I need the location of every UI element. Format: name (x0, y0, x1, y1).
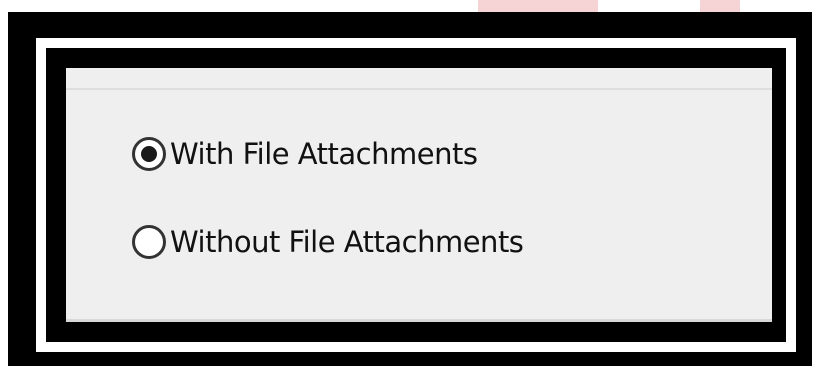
radio-button-unchecked-icon[interactable] (132, 225, 166, 259)
background-artifact (478, 0, 598, 12)
panel-bottom-divider (66, 319, 772, 322)
panel-top-divider (66, 88, 772, 90)
radio-button-checked-icon[interactable] (132, 137, 166, 171)
radio-selected-dot (141, 146, 157, 162)
radio-without-file-attachments[interactable]: Without File Attachments (132, 221, 524, 263)
radio-label-with-attachments[interactable]: With File Attachments (170, 137, 478, 171)
background-artifact (700, 0, 740, 12)
attachment-options-panel (66, 68, 772, 322)
radio-with-file-attachments[interactable]: With File Attachments (132, 133, 478, 175)
radio-label-without-attachments[interactable]: Without File Attachments (170, 225, 524, 259)
